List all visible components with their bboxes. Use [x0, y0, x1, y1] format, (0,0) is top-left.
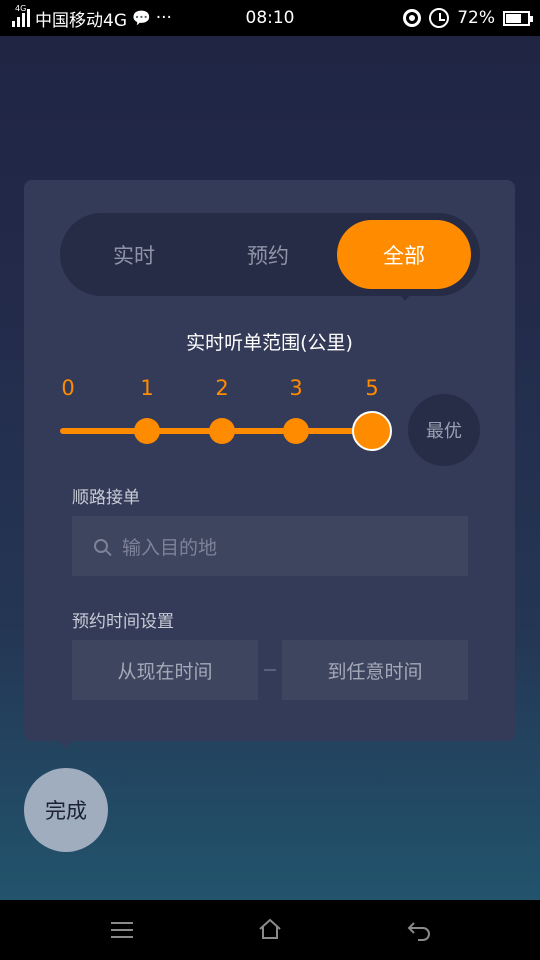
home-icon[interactable]	[258, 917, 282, 941]
navigation-bar	[0, 900, 540, 960]
location-icon	[403, 9, 422, 27]
time-to-field[interactable]: 到任意时间	[282, 640, 468, 700]
mode-segmented-control: 实时 预约 全部	[60, 213, 480, 301]
range-stop-3[interactable]	[283, 418, 309, 444]
more-indicator: ···	[155, 8, 172, 28]
range-tick-label: 2	[215, 376, 229, 400]
battery-fill	[506, 13, 522, 23]
battery-percent: 72%	[457, 8, 495, 28]
alarm-icon	[429, 8, 450, 28]
best-range-button[interactable]: 最优	[408, 394, 480, 466]
status-bar: 4G 中国移动4G 💬 ··· 08:10 72%	[0, 0, 540, 36]
tab-all[interactable]: 全部	[337, 220, 471, 289]
search-icon	[94, 539, 108, 553]
menu-icon[interactable]	[111, 922, 133, 938]
destination-placeholder: 输入目的地	[122, 536, 218, 559]
range-stop-2[interactable]	[209, 418, 235, 444]
done-button[interactable]: 完成	[24, 768, 108, 852]
booking-time-label: 预约时间设置	[72, 612, 174, 632]
tab-realtime[interactable]: 实时	[67, 220, 201, 289]
tab-booking[interactable]: 预约	[201, 220, 335, 289]
status-right: 72%	[403, 8, 533, 28]
route-section-label: 顺路接单	[72, 488, 140, 508]
range-tick-label: 0	[61, 376, 75, 400]
segment-pointer	[398, 293, 412, 301]
time-from-field[interactable]: 从现在时间	[72, 640, 258, 700]
range-title: 实时听单范围(公里)	[186, 332, 353, 354]
range-tick-label: 5	[365, 376, 379, 400]
panel-pointer	[56, 739, 74, 748]
wechat-icon: 💬	[132, 9, 151, 27]
range-tick-label: 3	[289, 376, 303, 400]
range-slider-thumb[interactable]	[352, 411, 392, 451]
status-left: 4G 中国移动4G 💬 ···	[10, 4, 172, 31]
back-icon[interactable]	[406, 919, 432, 941]
destination-search-input[interactable]: 输入目的地	[72, 516, 468, 576]
time-range-separator	[264, 669, 276, 671]
battery-icon	[503, 10, 533, 26]
carrier-name: 中国移动4G	[35, 10, 127, 31]
range-stop-1[interactable]	[134, 418, 160, 444]
order-settings-panel: 实时 预约 全部 实时听单范围(公里) 0 1 2 3 5 最优 顺路接单 输入…	[24, 180, 515, 741]
range-tick-label: 1	[140, 376, 154, 400]
network-type-badge: 4G	[15, 4, 27, 13]
